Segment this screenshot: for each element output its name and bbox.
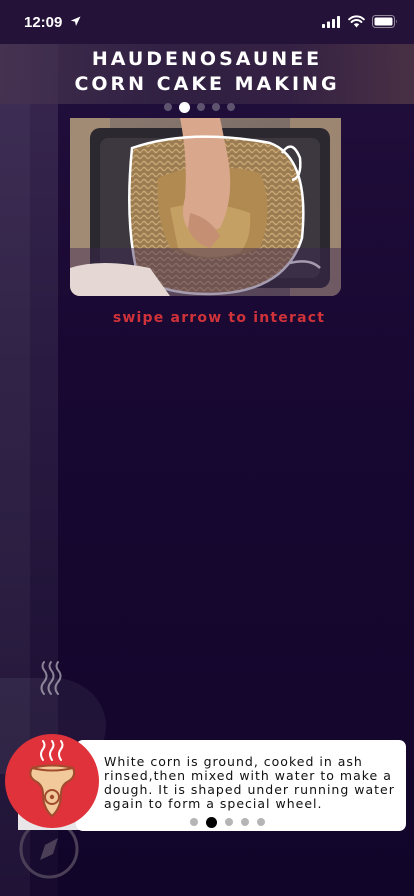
battery-icon bbox=[372, 15, 397, 28]
location-arrow-icon bbox=[70, 16, 81, 26]
basket-photo bbox=[70, 118, 341, 296]
title-line-1: HAUDENOSAUNEE bbox=[91, 48, 323, 70]
cellular-signal-icon bbox=[322, 16, 340, 28]
page-dot-active[interactable] bbox=[179, 101, 190, 113]
status-bar: 12:09 bbox=[0, 0, 414, 44]
page-dot[interactable] bbox=[164, 103, 172, 111]
info-page-dot[interactable] bbox=[190, 818, 198, 826]
food-bowl-icon bbox=[29, 740, 76, 818]
page-dot[interactable] bbox=[197, 103, 205, 111]
info-page-dot[interactable] bbox=[225, 818, 233, 826]
food-category-button[interactable] bbox=[5, 734, 99, 828]
page-title: HAUDENOSAUNEE CORN CAKE MAKING bbox=[0, 47, 414, 97]
page-dot[interactable] bbox=[212, 103, 220, 111]
info-page-dot[interactable] bbox=[241, 818, 249, 826]
info-card-text: White corn is ground, cooked in ash rins… bbox=[104, 754, 395, 811]
wifi-icon bbox=[348, 15, 365, 28]
info-page-dot-active[interactable] bbox=[206, 816, 217, 828]
carousel-page-indicator[interactable] bbox=[164, 101, 235, 113]
status-time: 12:09 bbox=[24, 14, 63, 31]
swipe-hint: swipe arrow to interact bbox=[112, 310, 326, 326]
info-page-indicator[interactable] bbox=[190, 816, 265, 828]
corn-basket-photo[interactable] bbox=[70, 118, 341, 296]
title-line-2: CORN CAKE MAKING bbox=[74, 73, 340, 95]
info-page-dot[interactable] bbox=[257, 818, 265, 826]
page-dot[interactable] bbox=[227, 103, 235, 111]
